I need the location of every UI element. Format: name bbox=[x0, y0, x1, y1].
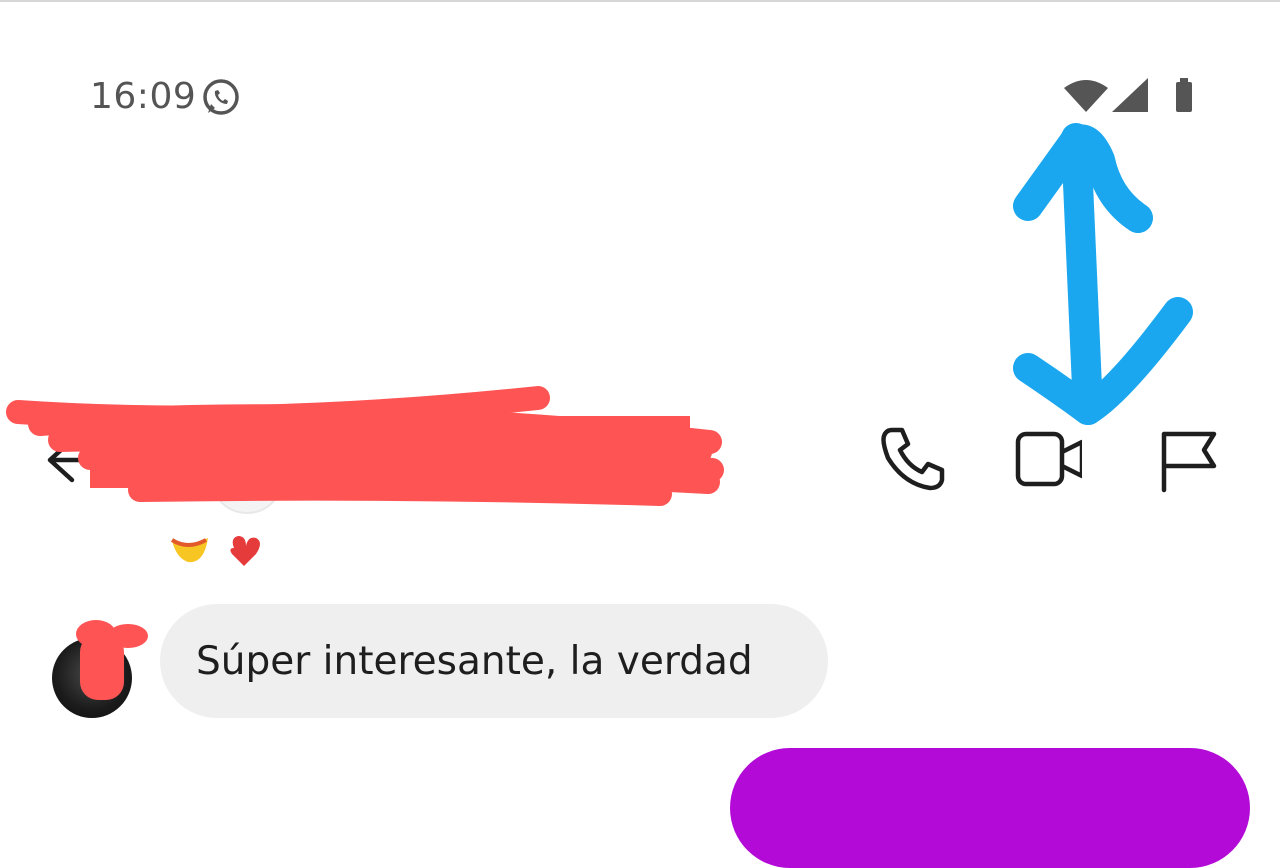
signal-icon bbox=[1112, 78, 1148, 112]
system-status-icons bbox=[1064, 78, 1192, 112]
message-bubble-sent[interactable] bbox=[730, 748, 1250, 868]
battery-icon bbox=[1176, 78, 1192, 112]
redaction-scribble bbox=[6, 386, 724, 506]
wifi-icon bbox=[1064, 80, 1108, 112]
whatsapp-icon bbox=[203, 79, 239, 115]
top-border bbox=[0, 0, 1280, 2]
annotation-arrow bbox=[1013, 123, 1193, 425]
phone-icon[interactable] bbox=[878, 424, 948, 494]
message-text: Súper interesante, la verdad bbox=[196, 638, 753, 684]
flag-icon[interactable] bbox=[1150, 424, 1220, 494]
reaction-emoji-icon bbox=[170, 536, 260, 566]
redaction-scribble-avatar bbox=[76, 620, 148, 700]
video-camera-icon[interactable] bbox=[1012, 424, 1082, 494]
status-time: 16:09 bbox=[90, 76, 197, 117]
message-bubble-received[interactable]: Súper interesante, la verdad bbox=[160, 604, 828, 718]
